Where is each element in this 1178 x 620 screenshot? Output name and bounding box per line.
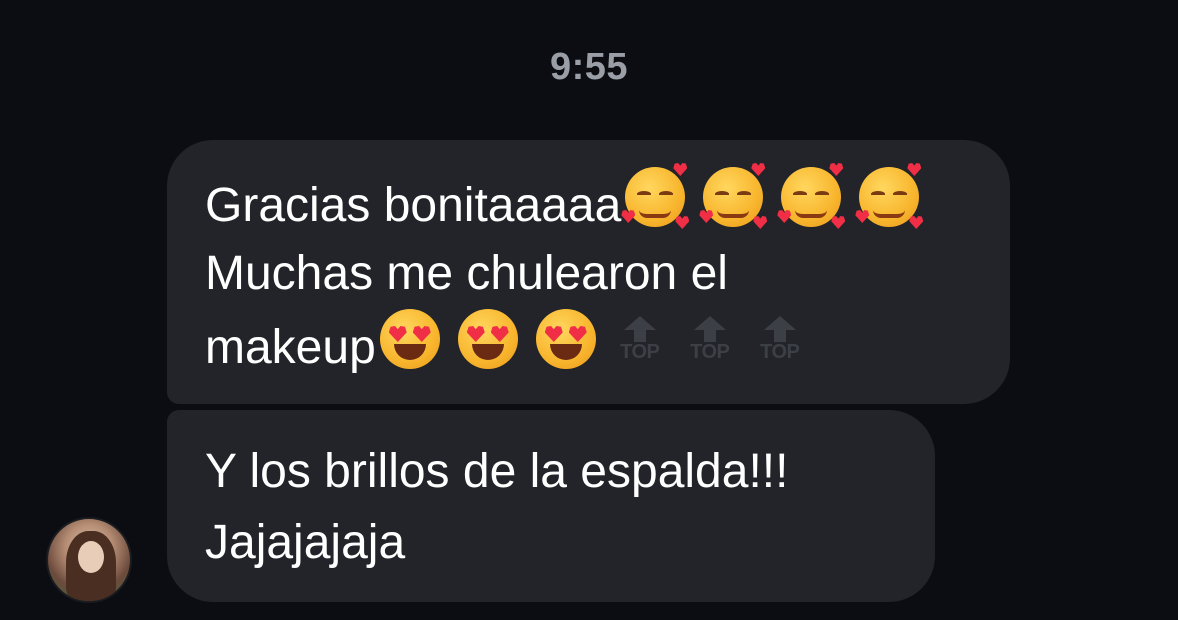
message-bubble[interactable]: Y los brillos de la espalda!!! Jajajajaj… — [167, 410, 935, 602]
message-line: Gracias bonitaaaaa — [205, 163, 972, 238]
heart-eyes-icon — [457, 309, 518, 369]
message-line: makeup TOP TOP TOP — [205, 309, 972, 380]
top-arrow-icon: TOP — [754, 316, 806, 362]
message-timestamp: 9:55 — [549, 46, 629, 88]
smiling-face-with-hearts-icon — [777, 163, 846, 229]
sender-avatar[interactable] — [46, 517, 132, 603]
emoji-group — [621, 163, 924, 229]
message-line: Y los brillos de la espalda!!! — [205, 445, 789, 498]
heart-eyes-icon — [379, 309, 440, 369]
top-arrow-icon: TOP — [684, 316, 736, 362]
avatar-face — [78, 541, 104, 573]
smiling-face-with-hearts-icon — [699, 163, 768, 229]
smiling-face-with-hearts-icon — [621, 163, 690, 229]
message-line: Jajajajaja — [205, 516, 406, 569]
smiling-face-with-hearts-icon — [855, 163, 924, 229]
chat-screen: 9:55 Gracias bonitaaaaa Muchas me chulea… — [0, 0, 1178, 620]
top-arrow-icon: TOP — [614, 316, 666, 362]
message-bubble[interactable]: Gracias bonitaaaaa Muchas me chulearon e… — [167, 140, 1010, 404]
heart-eyes-icon — [535, 309, 596, 369]
emoji-group: TOP TOP TOP — [379, 309, 806, 369]
message-line: Muchas me chulearon el — [205, 247, 728, 300]
